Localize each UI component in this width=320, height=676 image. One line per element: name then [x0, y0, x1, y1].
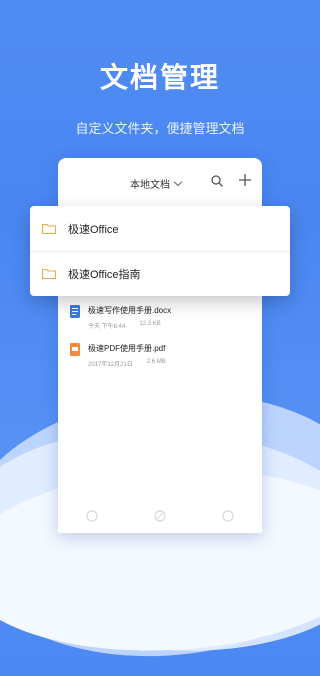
add-icon[interactable] [238, 173, 252, 187]
folder-item[interactable]: 极速Office [30, 206, 290, 252]
location-label: 本地文档 [130, 180, 170, 191]
folder-popup: 极速Office 极速Office指南 [30, 206, 290, 296]
tab-icon[interactable] [85, 509, 99, 523]
search-icon[interactable] [210, 174, 224, 188]
folder-item[interactable]: 极速Office指南 [30, 251, 290, 296]
folder-label: 极速Office [68, 223, 119, 236]
hero-title: 文档管理 [99, 62, 220, 93]
document-list: 极速写作使用手册.docx 今天 下午6:44 12.3 KB 极速PDF使用手… [58, 303, 262, 379]
document-size: 12.3 KB [139, 321, 161, 327]
pdf-file-icon [70, 343, 80, 356]
document-size: 2.6 MB [146, 359, 166, 365]
location-dropdown[interactable]: 本地文档 [130, 176, 183, 191]
document-name: 极速PDF使用手册.pdf [88, 344, 166, 353]
hero-subtitle: 自定义文件夹，便捷管理文档 [75, 121, 245, 136]
document-name: 极速写作使用手册.docx [88, 306, 172, 315]
chevron-down-icon [173, 177, 183, 187]
document-time: 2017年12月21日 [88, 362, 133, 368]
word-file-icon [70, 305, 80, 318]
compass-icon[interactable] [153, 509, 167, 523]
bottom-nav [58, 509, 262, 523]
list-item[interactable]: 极速PDF使用手册.pdf 2017年12月21日 2.6 MB [58, 341, 262, 373]
folder-icon [42, 223, 56, 234]
folder-label: 极速Office指南 [68, 268, 141, 281]
list-item[interactable]: 极速写作使用手册.docx 今天 下午6:44 12.3 KB [58, 303, 262, 335]
app-header: 本地文档 [58, 158, 262, 207]
document-meta: 今天 下午6:44 12.3 KB [88, 321, 262, 330]
folder-icon [42, 268, 56, 279]
document-time: 今天 下午6:44 [88, 324, 126, 330]
document-meta: 2017年12月21日 2.6 MB [88, 359, 262, 368]
tab-icon[interactable] [221, 509, 235, 523]
